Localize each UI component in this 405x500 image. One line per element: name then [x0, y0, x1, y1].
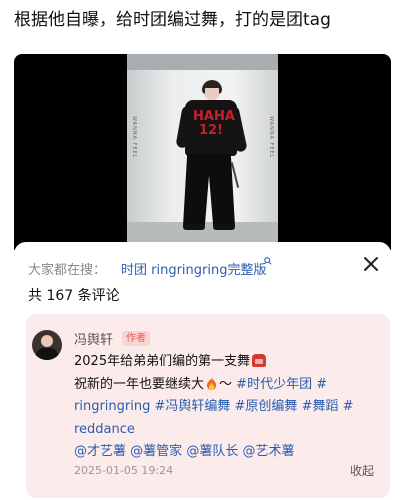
comment-author[interactable]: 冯舆轩 — [74, 329, 113, 348]
hashtag-original-choreo[interactable]: #原创编舞 — [235, 399, 298, 414]
hashtag-dance[interactable]: #舞蹈 — [302, 399, 339, 414]
hashtag-tfboys-group[interactable]: #时代少年团 # — [236, 377, 327, 392]
comment-line-2-text: 祝新的一年也要继续大 — [74, 376, 205, 392]
comment-line-5: @才艺薯 @薯管家 @薯队长 @艺术薯 — [74, 441, 386, 464]
mention-shuguanjia[interactable]: @薯管家 — [130, 444, 182, 459]
comment-count: 共 167 条评论 — [28, 288, 120, 304]
post-caption: 根据他自曝，给时团编过舞，打的是团tag — [14, 10, 331, 30]
hashtag-reddance[interactable]: reddance — [74, 422, 135, 437]
telephone-icon — [252, 354, 267, 367]
comment-timestamp: 2025-01-05 19:24 — [74, 464, 174, 477]
close-icon[interactable] — [359, 252, 383, 276]
mention-yishushu[interactable]: @艺术薯 — [242, 444, 294, 459]
comment-line-1-text: 2025年给弟弟们编的第一支舞 — [74, 354, 251, 369]
collapse-button[interactable]: 收起 — [350, 462, 374, 479]
wall-text-right: WANNA FEEL — [268, 116, 274, 159]
comment-line-2-tilde: ～ — [219, 376, 233, 392]
avatar-face — [41, 335, 53, 347]
video-player[interactable]: WANNA FEEL WANNA FEEL HAHA 12! — [14, 54, 391, 250]
trending-search-link[interactable]: 时团 ringringring完整版 — [121, 259, 266, 278]
fire-icon — [206, 376, 217, 390]
hashtag-ringringring[interactable]: ringringring — [74, 399, 150, 414]
avatar-body — [36, 348, 58, 360]
hashtag-reddance-prefix[interactable]: # — [343, 399, 354, 414]
wall-text-left: WANNA FEEL — [131, 116, 137, 159]
comment-line-1: 2025年给弟弟们编的第一支舞 — [74, 351, 386, 374]
pinned-comment: 冯舆轩 作者 2025年给弟弟们编的第一支舞 祝新的一年也要继续大 ～ #时代少年… — [26, 314, 390, 498]
author-badge: 作者 — [122, 331, 150, 346]
comment-line-3: ringringring #冯舆轩编舞 #原创编舞 #舞蹈 # — [74, 396, 386, 419]
comment-line-2: 祝新的一年也要继续大 ～ #时代少年团 # — [74, 374, 386, 397]
search-icon[interactable] — [264, 257, 272, 265]
dancer-face — [205, 88, 219, 100]
avatar[interactable] — [32, 330, 62, 360]
comment-body: 2025年给弟弟们编的第一支舞 祝新的一年也要继续大 ～ #时代少年团 # rin… — [74, 351, 386, 464]
dancer-shoe-right — [213, 224, 235, 230]
comment-line-4: reddance — [74, 419, 386, 442]
sweater-print: HAHA 12! — [193, 109, 235, 138]
trending-search-prefix: 大家都在搜： — [28, 263, 107, 278]
trending-search-bar: 大家都在搜： 时团 ringringring完整版 — [14, 242, 391, 288]
studio-ceiling — [127, 54, 278, 70]
mention-caiyishu[interactable]: @才艺薯 — [74, 444, 126, 459]
video-frame: WANNA FEEL WANNA FEEL HAHA 12! — [127, 54, 278, 250]
hashtag-choreo[interactable]: #冯舆轩编舞 — [154, 399, 230, 414]
mention-shuduizhang[interactable]: @薯队长 — [186, 444, 238, 459]
dancer-shoe-left — [183, 224, 205, 230]
